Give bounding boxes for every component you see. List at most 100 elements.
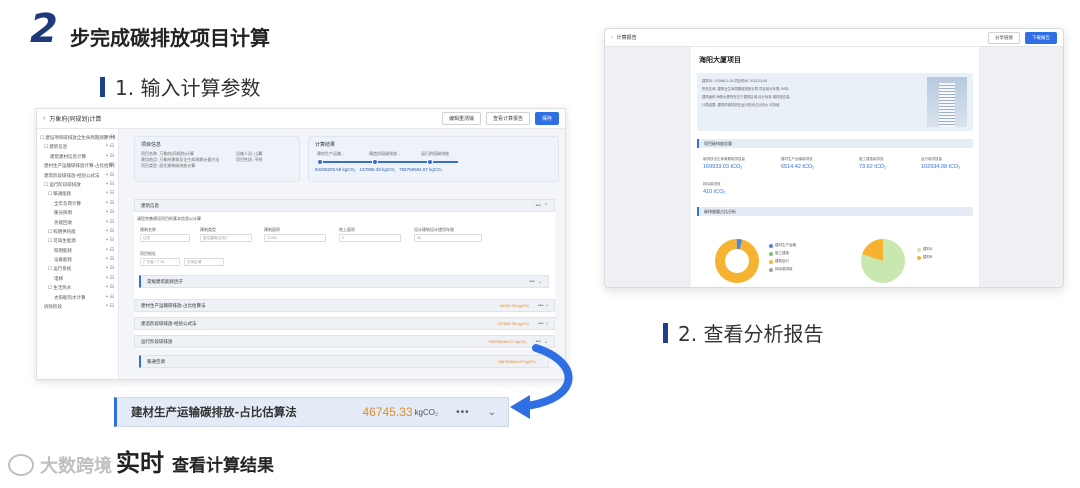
tree-item-actions-icon[interactable]: + ⊟ bbox=[106, 161, 115, 170]
section-label: 常规建筑能耗因子 bbox=[147, 278, 183, 284]
tree-item[interactable]: 太阳能热水计算 + ⊟ bbox=[40, 293, 115, 302]
tree-item-actions-icon[interactable]: + ⊟ bbox=[106, 171, 115, 180]
tree-item[interactable]: ☐ 建设项目碳排放全生命周期测算计算 + ⊟ bbox=[40, 133, 115, 142]
province-select[interactable]: 广东省 / 广州... bbox=[140, 258, 180, 266]
tree-item[interactable]: 建筑建材信息计算 + ⊟ bbox=[40, 152, 115, 161]
save-button[interactable]: 保存 bbox=[534, 112, 559, 125]
expand-icon[interactable]: ⌄ bbox=[538, 279, 542, 285]
building-name-input[interactable]: 住宅 bbox=[140, 234, 190, 242]
tree-item-actions-icon[interactable]: + ⊟ bbox=[106, 264, 115, 273]
project-tree: ☐ 建设项目碳排放全生命周期测算计算 + ⊟ ☐ 建筑信息 + ⊟ 建筑建材信息计算 + … bbox=[37, 129, 119, 379]
stat-value: 169933.03 tCO₂ bbox=[703, 164, 743, 170]
tree-item[interactable]: 拆除阶段 + ⊟ bbox=[40, 302, 115, 311]
more-icon[interactable]: ••• bbox=[530, 279, 535, 285]
stat-material: 建材生产运输碳排放 6514.42 tCO₂ bbox=[781, 157, 814, 170]
share-button[interactable]: 分享链接 bbox=[988, 31, 1020, 44]
tree-item[interactable]: ☐ 照明供热能 + ⊟ bbox=[40, 227, 115, 236]
tree-item[interactable]: 热能回收 + ⊟ bbox=[40, 218, 115, 227]
tree-item[interactable]: 暖光照明 + ⊟ bbox=[40, 208, 115, 217]
above-ground-area-input[interactable]: 0 bbox=[339, 234, 401, 242]
section-hvac[interactable]: 暖通空调 758769584.07 kgCO₂ bbox=[139, 355, 549, 368]
tree-item[interactable]: ☐ 暖通能耗 + ⊟ bbox=[40, 189, 115, 198]
card-title: 项目信息 bbox=[141, 142, 162, 148]
form-hint: 请您完善建设项目的基本信息以计算 bbox=[137, 216, 201, 221]
section-operation-emission[interactable]: 运行阶段碳排放 758769584.07 kgCO₂ ••• ⌄ bbox=[134, 335, 555, 348]
tree-item[interactable]: 建材生产运输碳排放计算-占比估算法 + ⊟ bbox=[40, 161, 115, 170]
tree-item-label: ☐ 建设项目碳排放全生命周期测算计算 bbox=[40, 135, 115, 140]
collapse-icon[interactable]: ⌃ bbox=[544, 203, 548, 209]
chevron-down-icon[interactable]: ⌄ bbox=[488, 407, 496, 418]
subheading-input-params: 1. 输入计算参数 bbox=[100, 72, 260, 101]
tree-item-label: 建筑阶段碳排放-经验公式法 bbox=[44, 172, 100, 178]
tree-item-actions-icon[interactable]: + ⊟ bbox=[106, 255, 115, 264]
report-header: ‹ 计算报告 分享链接 下载报告 bbox=[605, 29, 1063, 47]
info-line: 项目性质: 不明 bbox=[236, 157, 263, 162]
tree-item-label: 设备能耗 bbox=[54, 257, 72, 263]
view-report-button[interactable]: 查看计算报告 bbox=[485, 112, 530, 125]
tree-item[interactable]: 电梯 + ⊟ bbox=[40, 274, 115, 283]
tree-item-actions-icon[interactable]: + ⊟ bbox=[106, 236, 115, 245]
tree-item[interactable]: ☐ 生活热水 + ⊟ bbox=[40, 283, 115, 292]
stat-value: 6514.42 tCO₂ bbox=[781, 164, 815, 170]
building-area-input[interactable]: 37262 bbox=[264, 234, 326, 242]
tree-item-actions-icon[interactable]: + ⊟ bbox=[106, 133, 115, 142]
more-icon[interactable]: ••• bbox=[538, 303, 543, 309]
back-arrow-icon[interactable]: ‹ bbox=[611, 35, 613, 41]
result-value: 758769584.07 kgCO₂ bbox=[399, 167, 443, 172]
section-label: 暖通空调 bbox=[147, 358, 165, 364]
section-building-info[interactable]: 建筑信息 ••• ⌃ bbox=[134, 199, 555, 212]
tree-item-actions-icon[interactable]: + ⊟ bbox=[106, 189, 115, 198]
stat-value: 102934.98 tCO₂ bbox=[921, 164, 961, 170]
tree-item-actions-icon[interactable]: + ⊟ bbox=[106, 293, 115, 302]
tree-item-actions-icon[interactable]: + ⊟ bbox=[106, 199, 115, 208]
tree-item-actions-icon[interactable]: + ⊟ bbox=[106, 180, 115, 189]
download-report-button[interactable]: 下载报告 bbox=[1025, 31, 1057, 44]
edit-button[interactable]: 编辑重测输 bbox=[441, 112, 481, 125]
calc-main: 项目信息 项目名称: 万象府(同规划)计算 建设地点: 万象府建筑及全生命周期计… bbox=[121, 129, 565, 379]
stat-construction: 施工建造碳排放 73.62 tCO₂ bbox=[859, 157, 886, 170]
tree-item-actions-icon[interactable]: + ⊟ bbox=[106, 152, 115, 161]
zoomed-result-row[interactable]: 建材生产运输碳排放-占比估算法 46745.33 kgCO₂ ••• ⌄ bbox=[114, 397, 509, 427]
tree-item-actions-icon[interactable]: + ⊟ bbox=[106, 227, 115, 236]
section-construction-emission[interactable]: 建造阶段碳排放-经验公式法 137895.38 kgCO₂ ••• › bbox=[134, 317, 555, 330]
tree-item[interactable]: ☐ 建筑信息 + ⊟ bbox=[40, 142, 115, 151]
tree-item-actions-icon[interactable]: + ⊟ bbox=[106, 142, 115, 151]
tree-item-actions-icon[interactable]: + ⊟ bbox=[106, 218, 115, 227]
tree-item[interactable]: ☐ 运行系统 + ⊟ bbox=[40, 264, 115, 273]
building-type-select[interactable]: 居住建筑(住宅) bbox=[200, 234, 252, 242]
tree-item[interactable]: ☐ 可再生能源 + ⊟ bbox=[40, 236, 115, 245]
legend-item: 建筑运行 bbox=[769, 259, 796, 264]
more-options-icon[interactable]: ••• bbox=[456, 407, 470, 418]
legend-swatch bbox=[769, 259, 773, 264]
legend-swatch bbox=[769, 251, 773, 256]
expand-icon[interactable]: › bbox=[546, 321, 548, 327]
tree-item-actions-icon[interactable]: + ⊟ bbox=[106, 283, 115, 292]
tree-item-label: 暖光照明 bbox=[54, 210, 72, 216]
realtime-bold: 实时 bbox=[116, 449, 164, 477]
section-value: 137895.38 kgCO₂ bbox=[497, 321, 530, 326]
tree-item[interactable]: 照明能耗 + ⊟ bbox=[40, 246, 115, 255]
tree-item-actions-icon[interactable]: + ⊟ bbox=[106, 246, 115, 255]
tree-item-actions-icon[interactable]: + ⊟ bbox=[106, 208, 115, 217]
tree-item-actions-icon[interactable]: + ⊟ bbox=[106, 302, 115, 311]
expand-icon[interactable]: › bbox=[546, 303, 548, 309]
heading-bar bbox=[100, 76, 105, 97]
progress-dot bbox=[372, 159, 378, 165]
tree-item[interactable]: 建筑阶段碳排放-经验公式法 + ⊟ bbox=[40, 171, 115, 180]
info-line: 项目类型: 居住建筑碳排放计算 bbox=[141, 163, 196, 168]
tree-item-actions-icon[interactable]: + ⊟ bbox=[106, 274, 115, 283]
field-label: 建筑面积 bbox=[264, 227, 280, 232]
tree-item-label: 建筑建材信息计算 bbox=[50, 153, 86, 159]
tree-item[interactable]: 全年负荷计算 + ⊟ bbox=[40, 199, 115, 208]
result-label: 建造阶段碳排放... bbox=[369, 151, 401, 156]
design-life-input[interactable]: 50 bbox=[414, 234, 482, 242]
tree-item[interactable]: ☐ 运行阶段碳排放 + ⊟ bbox=[40, 180, 115, 189]
more-icon[interactable]: ••• bbox=[536, 203, 541, 209]
tree-item[interactable]: 设备能耗 + ⊟ bbox=[40, 255, 115, 264]
more-icon[interactable]: ••• bbox=[538, 321, 543, 327]
district-select[interactable]: 天河区域 bbox=[184, 258, 224, 266]
section-material-emission[interactable]: 建材生产运输碳排放-占比估算法 46745.33 kgCO₂ ••• › bbox=[134, 299, 555, 312]
section-energy-factor[interactable]: 常规建筑能耗因子 ••• ⌄ bbox=[139, 275, 549, 288]
back-arrow-icon[interactable]: ‹ bbox=[43, 115, 45, 122]
pie-legend-1: 建材生产运输 施工建造 建筑运行 拆除碳排放 bbox=[769, 243, 796, 275]
